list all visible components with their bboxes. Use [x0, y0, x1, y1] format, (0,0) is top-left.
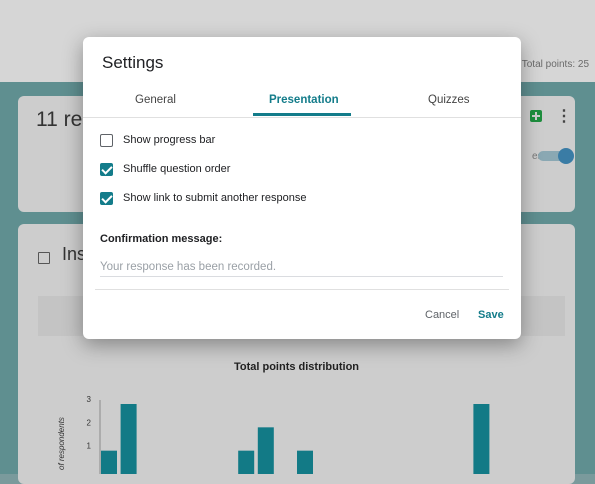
save-button[interactable]: Save [478, 309, 504, 321]
dialog-title: Settings [102, 53, 164, 72]
tab-quizzes[interactable]: Quizzes [428, 94, 470, 106]
submit-another-checkbox[interactable] [100, 192, 113, 205]
tab-presentation[interactable]: Presentation [269, 94, 339, 106]
selected-tab-indicator [253, 113, 351, 116]
settings-dialog: Settings General Presentation Quizzes Sh… [83, 37, 521, 339]
tab-general[interactable]: General [135, 94, 176, 106]
option-label: Shuffle question order [123, 163, 231, 175]
confirmation-message-input[interactable] [100, 258, 503, 277]
cancel-button[interactable]: Cancel [425, 309, 459, 321]
dialog-divider [95, 289, 509, 290]
option-label: Show link to submit another response [123, 192, 307, 204]
settings-tabs: General Presentation Quizzes [83, 87, 521, 118]
shuffle-checkbox[interactable] [100, 163, 113, 176]
option-label: Show progress bar [123, 134, 216, 146]
progress-bar-checkbox[interactable] [100, 134, 113, 147]
confirmation-message-label: Confirmation message: [100, 233, 223, 245]
